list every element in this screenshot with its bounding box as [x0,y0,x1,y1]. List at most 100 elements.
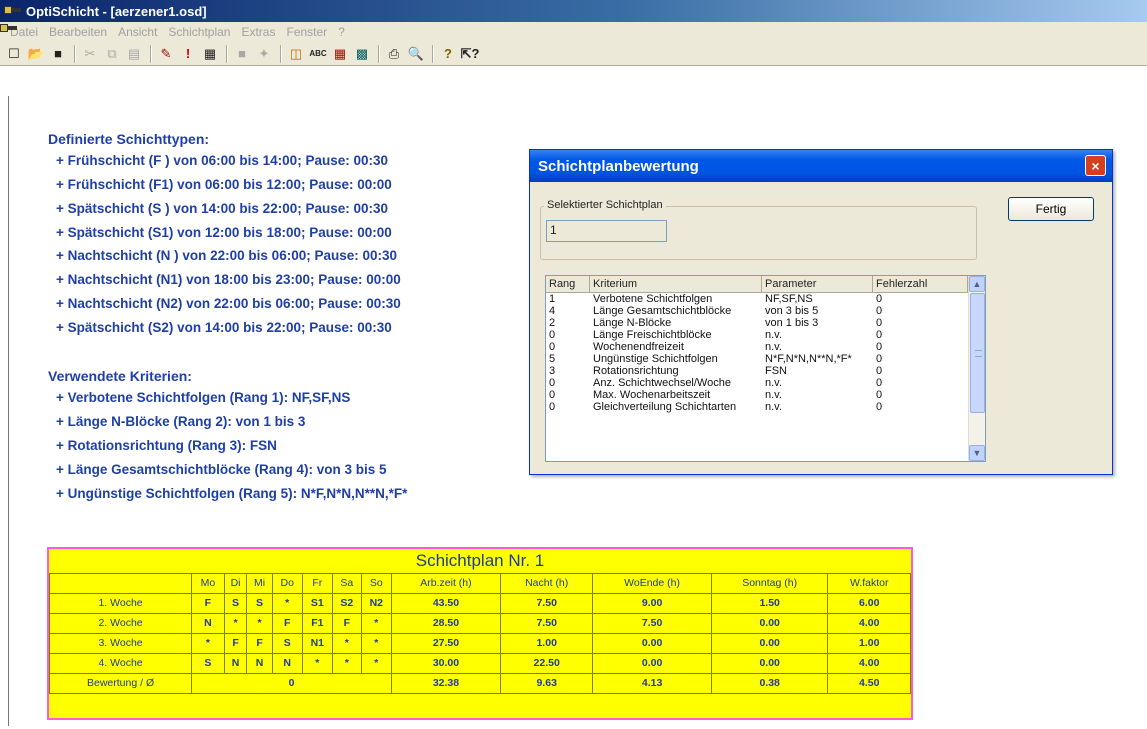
menu-schichtplan[interactable]: Schichtplan [168,25,230,39]
list-item[interactable]: 1 Verbotene Schichtfolgen NF,SF,NS 0 [546,293,985,305]
table-footer-row: Bewertung / Ø 0 32.38 9.63 4.13 0.38 4.50 [48,672,911,694]
selected-plan-field[interactable]: 1 [546,220,667,242]
scroll-down-icon[interactable]: ▼ [969,445,985,461]
list-item[interactable]: 0 Anz. Schichtwechsel/Woche n.v. 0 [546,377,985,389]
fertig-button[interactable]: Fertig [1008,197,1094,221]
menu-extras[interactable]: Extras [241,25,275,39]
toolbar-separator [280,44,282,63]
table-cell: 7.50 [500,592,594,614]
table-cell: 0.38 [710,672,829,694]
shift-type-line: + Nachtschicht (N2) von 22:00 bis 06:00;… [56,296,401,311]
list-cell: Rotationsrichtung [593,365,679,377]
table-cell: N [223,652,248,674]
table-cell: 2. Woche [48,612,193,634]
stop-icon[interactable]: ■ [232,44,252,64]
table-cell: 0.00 [710,612,829,634]
list-item[interactable]: 3 Rotationsrichtung FSN 0 [546,365,985,377]
list-cell: 0 [549,329,556,341]
list-item[interactable]: 4 Länge Gesamtschichtblöcke von 3 bis 5 0 [546,305,985,317]
table-cell: 4.50 [827,672,911,694]
pencil-icon[interactable]: ✎ [156,44,176,64]
help-icon[interactable]: ? [438,44,458,64]
chart-icon[interactable]: ▩ [352,44,372,64]
scroll-thumb[interactable] [970,293,985,413]
spellcheck-icon[interactable]: ABC [308,44,328,64]
table-cell: * [331,632,362,654]
list-item[interactable]: 0 Gleichverteilung Schichtarten n.v. 0 [546,401,985,413]
list-cell: Verbotene Schichtfolgen [593,293,713,305]
paste-icon[interactable]: ▤ [124,44,144,64]
cut-icon[interactable]: ✂ [80,44,100,64]
table-cell: 30.00 [390,652,502,674]
vertical-scrollbar[interactable]: ▲ ▼ [968,276,985,461]
column-header-parameter[interactable]: Parameter [762,276,873,292]
close-icon[interactable]: × [1085,155,1106,176]
frame-left-border [8,96,9,726]
table-cell: * [223,612,248,634]
list-cell: 0 [549,389,556,401]
table-cell: S2 [331,592,362,614]
list-item[interactable]: 5 Ungünstige Schichtfolgen N*F,N*N,N**N,*F… [546,353,985,365]
calculator-icon[interactable]: ▦ [200,44,220,64]
list-item[interactable]: 0 Wochenendfreizeit n.v. 0 [546,341,985,353]
list-item[interactable]: 2 Länge N-Blöcke von 1 bis 3 0 [546,317,985,329]
table-cell: N [191,612,225,634]
table-cell: 1.00 [500,632,594,654]
save-icon[interactable]: ■ [48,44,68,64]
table-row: 4. Woche S N N N * * * 30.00 22.50 0.00 0.00 4.00 [48,652,911,674]
column-header-fehlerzahl[interactable]: Fehlerzahl [873,276,968,292]
menu-ansicht[interactable]: Ansicht [118,25,157,39]
list-cell: 1 [549,293,556,305]
heading-criteria: Verwendete Kriterien: [48,368,192,384]
toolbar-separator [74,44,76,63]
column-header-rang[interactable]: Rang [546,276,590,292]
exclamation-icon[interactable]: ! [178,44,198,64]
table-cell: N1 [301,632,333,654]
column-header: W.faktor [827,572,911,594]
table-cell: Bewertung / Ø [48,672,193,694]
column-header-kriterium[interactable]: Kriterium [590,276,762,292]
menu-bearbeiten[interactable]: Bearbeiten [49,25,107,39]
scroll-up-icon[interactable]: ▲ [969,276,985,292]
table-cell: 4.00 [827,652,911,674]
open-folder-icon[interactable]: 📂 [26,44,46,64]
column-header: Sa [331,572,362,594]
question-box-icon[interactable]: ◫ [286,44,306,64]
list-cell: 2 [549,317,556,329]
table-cell: 0.00 [592,632,712,654]
print-icon[interactable]: ⎙ [384,44,404,64]
toolbar-separator [150,44,152,63]
list-cell: 0 [549,401,556,413]
list-cell: 0 [876,365,883,377]
table-cell: * [331,652,362,674]
list-item[interactable]: 0 Länge Freischichtblöcke n.v. 0 [546,329,985,341]
table-cell: N [246,652,273,674]
list-cell: 0 [876,377,883,389]
criteria-listview[interactable]: Rang Kriterium Parameter Fehlerzahl 1 Ver… [545,275,986,462]
column-header: So [360,572,392,594]
copy-icon[interactable]: ⧉ [102,44,122,64]
list-cell: n.v. [765,377,782,389]
menu-help[interactable]: ? [338,25,345,39]
network-icon[interactable]: ✦ [254,44,274,64]
table-cell: * [360,612,392,634]
column-header: WoEnde (h) [592,572,712,594]
list-item[interactable]: 0 Max. Wochenarbeitszeit n.v. 0 [546,389,985,401]
dialog-title-bar[interactable]: Schichtplanbewertung × [530,150,1112,182]
menu-fenster[interactable]: Fenster [286,25,327,39]
shift-type-line: + Nachtschicht (N ) von 22:00 bis 06:00;… [56,248,398,263]
list-cell: 0 [876,305,883,317]
grid-red-icon[interactable]: ▦ [330,44,350,64]
table-cell: 9.63 [500,672,594,694]
table-cell: N2 [360,592,392,614]
schichtplanbewertung-dialog: Schichtplanbewertung × Selektierter Schi… [529,149,1113,475]
list-cell: Anz. Schichtwechsel/Woche [593,377,731,389]
new-file-icon[interactable]: ☐ [4,44,24,64]
list-cell: 0 [876,329,883,341]
list-cell: FSN [765,365,787,377]
print-preview-icon[interactable]: 🔍 [406,44,426,64]
context-help-icon[interactable]: ⇱? [460,44,480,64]
criteria-line: + Länge Gesamtschichtblöcke (Rang 4): vo… [56,462,387,477]
title-bar: OptiSchicht - [aerzener1.osd] [0,0,1147,22]
table-cell: F [246,632,273,654]
